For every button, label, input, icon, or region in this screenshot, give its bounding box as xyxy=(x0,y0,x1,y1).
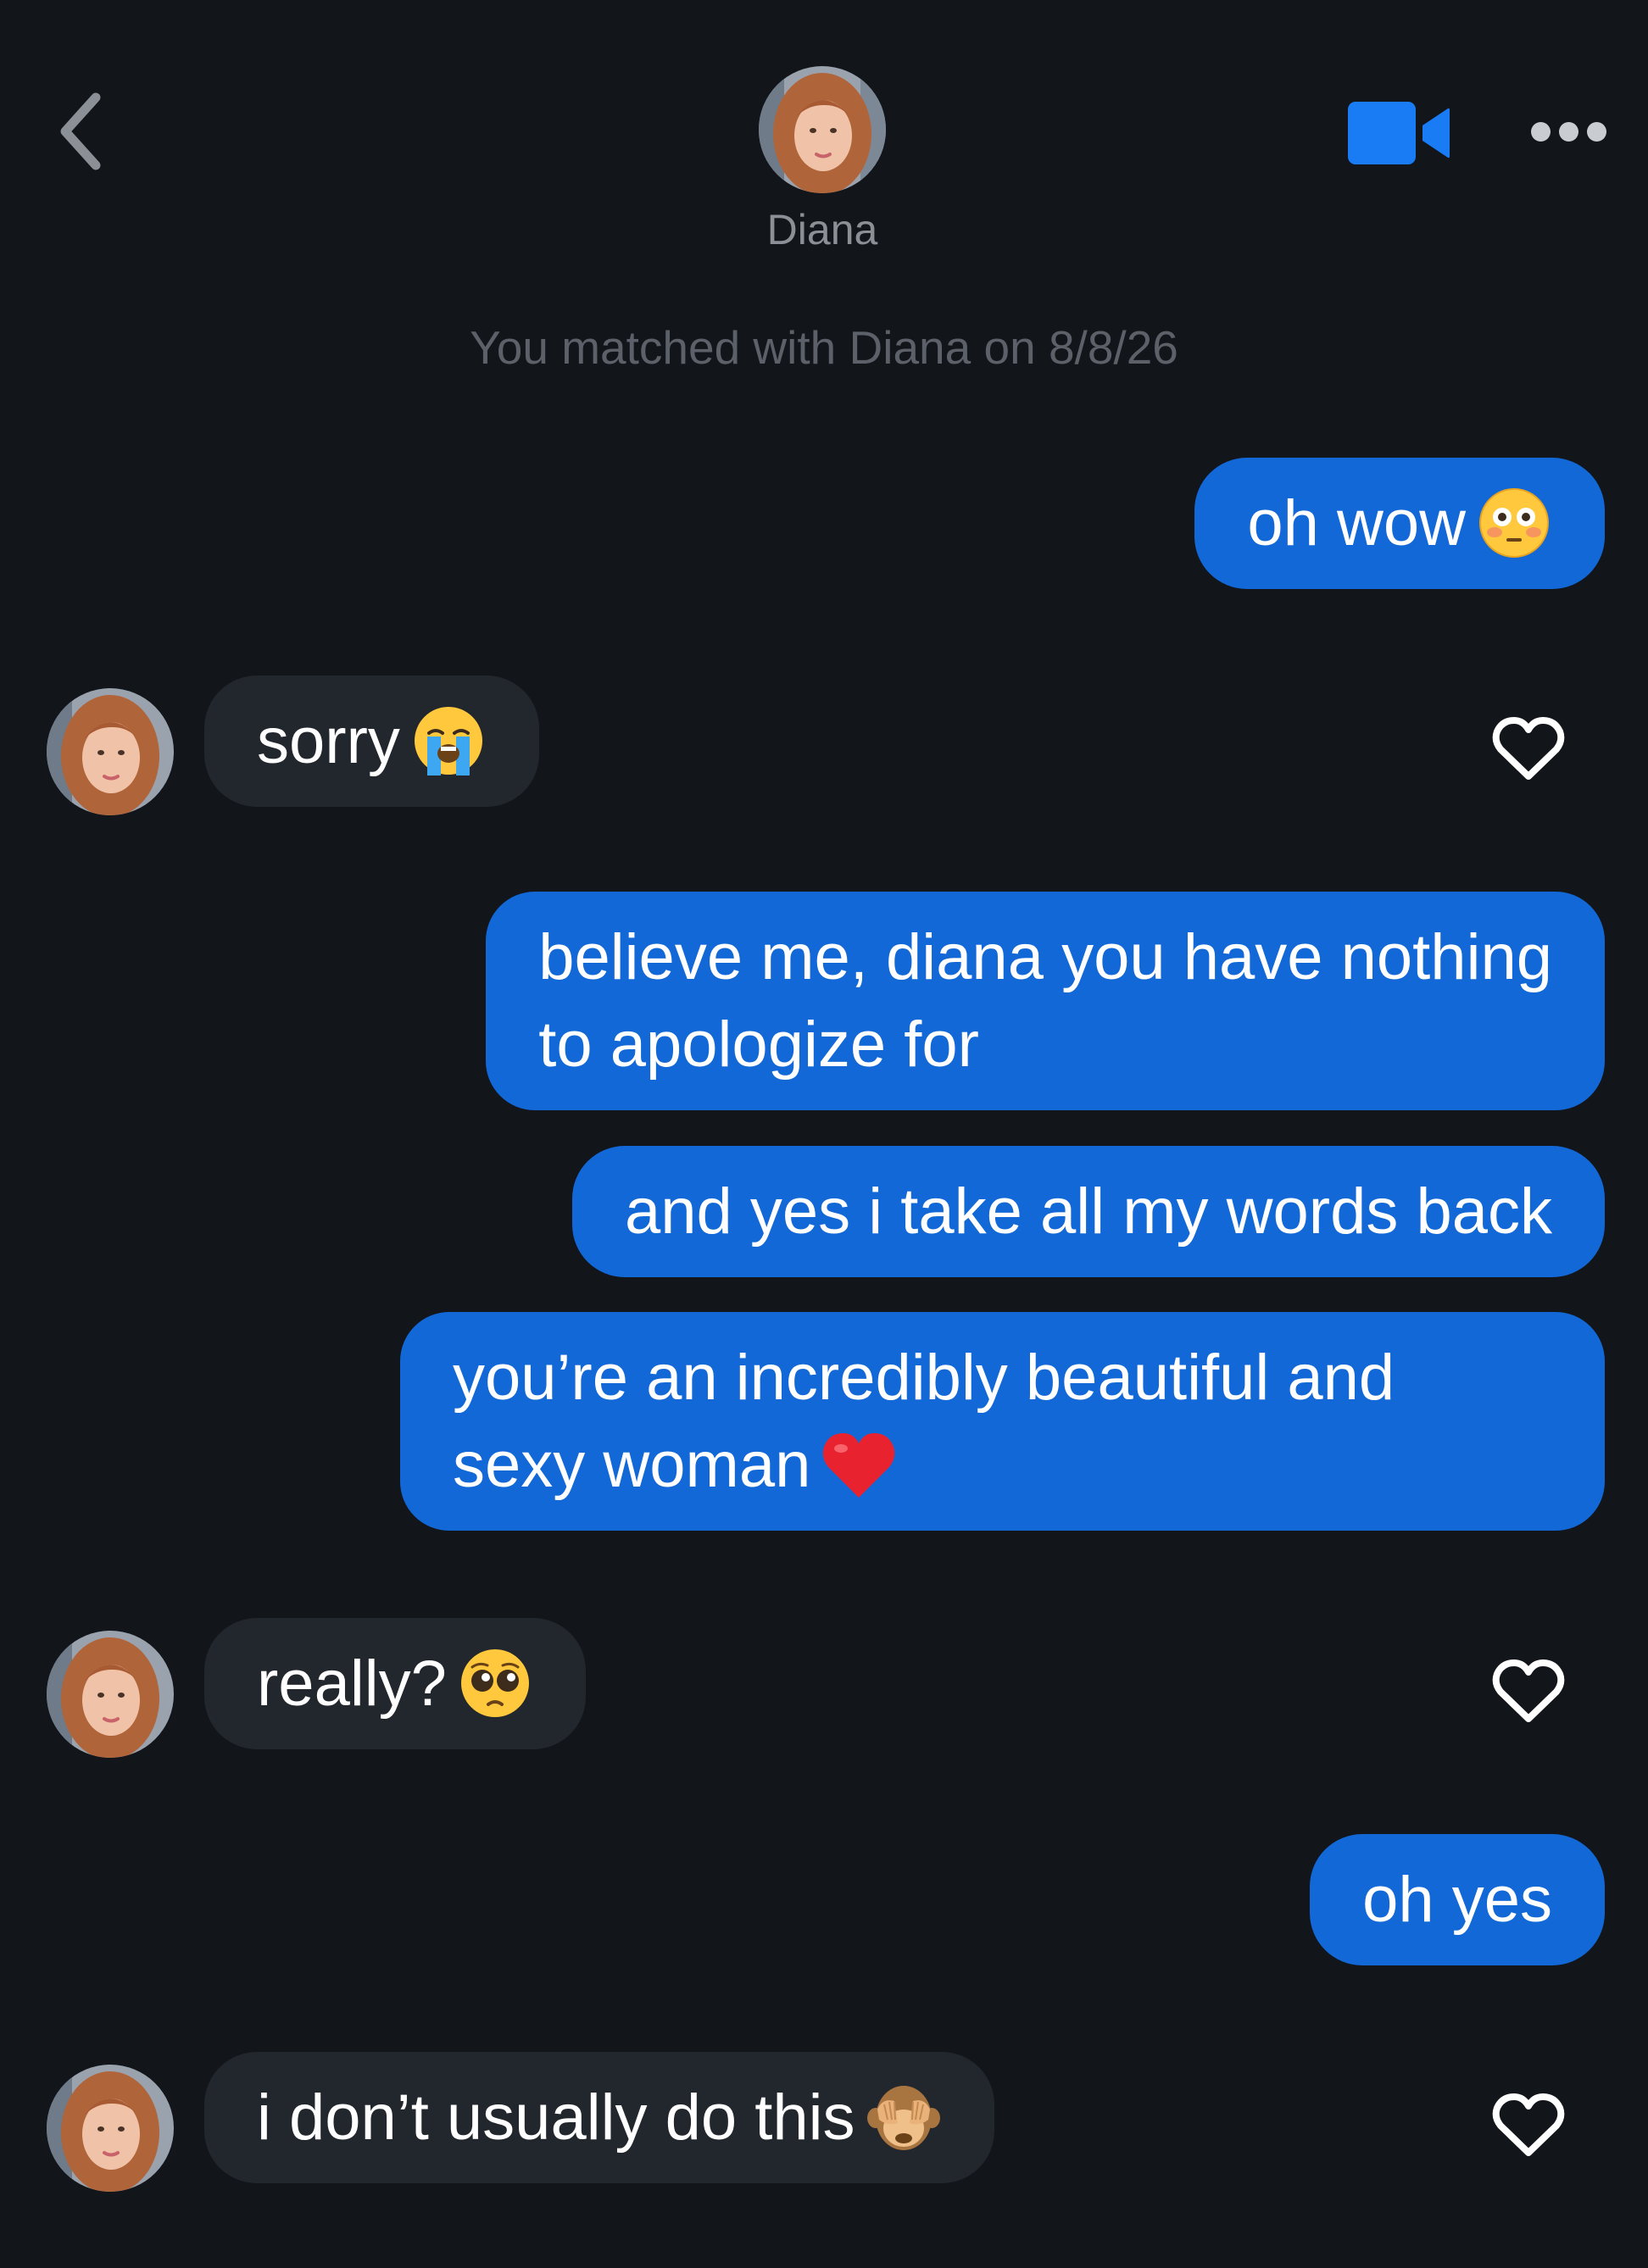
message-text: oh wow xyxy=(1247,487,1466,559)
contact-avatar-small[interactable] xyxy=(47,688,174,815)
message-line: believe me, diana you have nothing xyxy=(538,921,1552,993)
more-dots-icon xyxy=(1530,121,1551,142)
contact-avatar[interactable] xyxy=(759,66,886,193)
sent-message[interactable]: you’re an incredibly beautiful and sexy … xyxy=(400,1312,1605,1531)
received-message[interactable]: really? xyxy=(204,1618,586,1749)
back-button[interactable] xyxy=(42,81,119,182)
sent-message[interactable]: oh yes xyxy=(1310,1834,1605,1965)
red-heart-emoji xyxy=(821,1426,897,1503)
message-line: you’re an incredibly beautiful and xyxy=(453,1342,1395,1414)
sent-message[interactable]: oh wow xyxy=(1194,458,1605,589)
match-notice: You matched with Diana on 8/8/26 xyxy=(470,321,1178,374)
heart-outline-icon xyxy=(1492,717,1565,780)
message-text: i don’t usually do this xyxy=(257,2082,855,2154)
heart-outline-icon xyxy=(1492,2093,1565,2156)
like-button[interactable] xyxy=(1488,1653,1569,1729)
video-call-button[interactable] xyxy=(1344,95,1454,171)
sent-message[interactable]: and yes i take all my words back xyxy=(571,1146,1605,1277)
message-text: oh yes xyxy=(1362,1864,1552,1936)
message-line: to apologize for xyxy=(538,1009,979,1081)
message-text: sorry xyxy=(257,705,400,777)
loudly-crying-face-emoji xyxy=(410,703,487,779)
message-line: sexy woman xyxy=(453,1429,811,1501)
video-camera-icon xyxy=(1348,102,1450,164)
like-button[interactable] xyxy=(1488,710,1569,787)
more-options-button[interactable] xyxy=(1522,106,1615,157)
message-text: and yes i take all my words back xyxy=(624,1176,1552,1248)
sent-message[interactable]: believe me, diana you have nothing to ap… xyxy=(486,892,1605,1110)
chevron-left-icon xyxy=(60,92,101,170)
contact-name[interactable]: Diana xyxy=(678,205,966,254)
see-no-evil-monkey-emoji xyxy=(866,2079,942,2155)
flushed-face-emoji xyxy=(1476,485,1552,561)
contact-avatar-small[interactable] xyxy=(47,2065,174,2192)
received-message[interactable]: sorry xyxy=(204,675,539,807)
received-message[interactable]: i don’t usually do this xyxy=(204,2052,994,2183)
contact-avatar-small[interactable] xyxy=(47,1631,174,1758)
heart-outline-icon xyxy=(1492,1659,1565,1722)
message-text: really? xyxy=(257,1648,447,1720)
like-button[interactable] xyxy=(1488,2087,1569,2163)
pleading-face-emoji xyxy=(457,1645,533,1721)
